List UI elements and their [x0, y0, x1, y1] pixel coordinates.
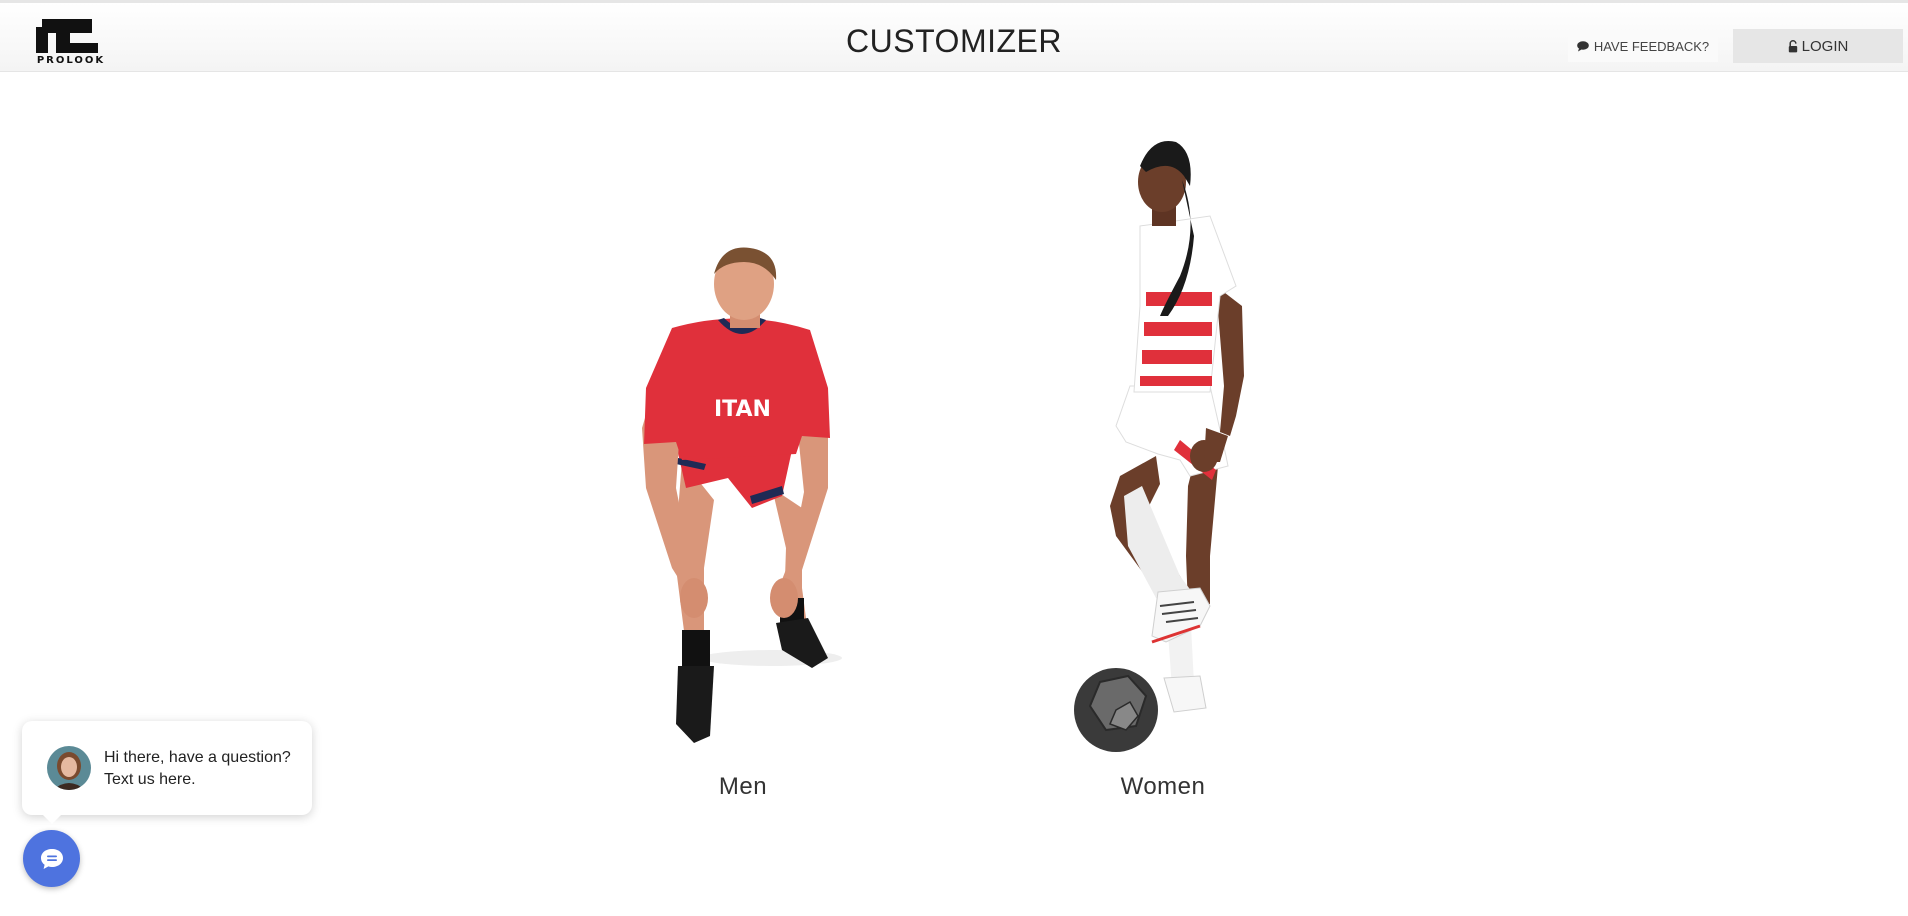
chat-launcher-button[interactable]: [23, 830, 80, 887]
category-men-label: Men: [718, 773, 768, 800]
category-men[interactable]: ITAN Men: [632, 238, 854, 808]
site-header: PROLOOK CUSTOMIZER HAVE FEEDBACK? LOGIN: [0, 3, 1908, 72]
chat-icon: [39, 847, 65, 871]
speech-bubble-icon: [1577, 40, 1589, 52]
feedback-button-label: HAVE FEEDBACK?: [1593, 38, 1710, 54]
chat-greeting-text: Hi there, have a question? Text us here.: [104, 749, 291, 788]
chat-greeting-bubble[interactable]: Hi there, have a question? Text us here.: [22, 721, 312, 824]
login-button-label: LOGIN: [1801, 37, 1849, 55]
category-women-label: Women: [1120, 773, 1206, 800]
login-button[interactable]: LOGIN: [1733, 29, 1903, 63]
svg-text:ITAN: ITAN: [714, 397, 771, 422]
men-athlete-image: ITAN: [642, 247, 842, 743]
unlock-icon: [1788, 39, 1798, 53]
feedback-button[interactable]: HAVE FEEDBACK?: [1568, 30, 1718, 62]
category-women[interactable]: Women: [1060, 136, 1266, 808]
bubble-tail: [42, 814, 62, 824]
women-athlete-image: [1074, 141, 1244, 752]
agent-avatar: [47, 746, 91, 790]
